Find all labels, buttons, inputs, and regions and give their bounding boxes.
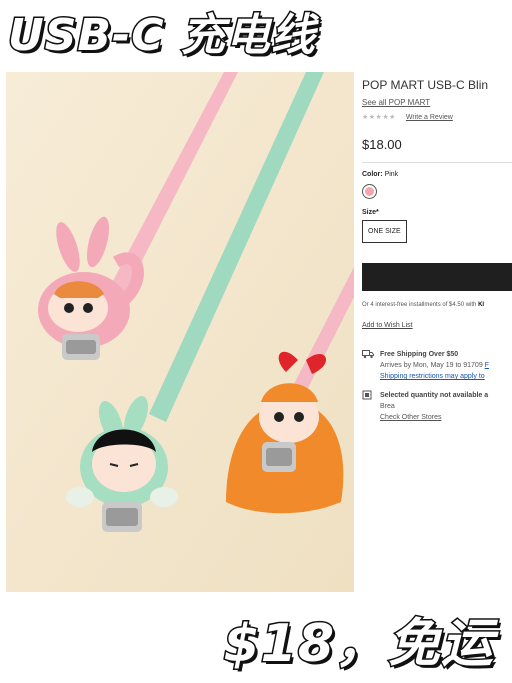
size-option-button[interactable]: ONE SIZE xyxy=(362,220,407,243)
add-to-bag-button[interactable] xyxy=(362,263,512,291)
headline: USB-C 充电线 xyxy=(7,9,317,63)
truck-icon xyxy=(362,349,374,382)
write-review-link[interactable]: Write a Review xyxy=(406,114,453,121)
installments-copy: Or 4 interest-free installments of $4.50… xyxy=(362,302,477,308)
color-swatch-pink[interactable] xyxy=(362,184,377,199)
color-label: Color: xyxy=(362,171,383,178)
product-details-panel: POP MART USB-C Blin See all POP MART ★★★… xyxy=(362,72,512,592)
store-info: Selected quantity not available a Brea C… xyxy=(362,390,512,423)
check-other-stores-link[interactable]: Check Other Stores xyxy=(380,412,488,423)
brand-link[interactable]: See all POP MART xyxy=(362,98,512,107)
installments-text: Or 4 interest-free installments of $4.50… xyxy=(362,302,512,308)
shipping-info: Free Shipping Over $50 Arrives by Mon, M… xyxy=(362,349,512,382)
shipping-arrival: Arrives by Mon, May 19 to 91709 F xyxy=(380,360,489,371)
footer-price: $18，免运 xyxy=(222,613,495,676)
divider xyxy=(362,162,512,163)
store-availability: Selected quantity not available a xyxy=(380,392,489,399)
color-label-row: Color: Pink xyxy=(362,171,512,178)
installments-brand[interactable]: Kl xyxy=(478,302,484,308)
zip-link[interactable]: F xyxy=(485,362,489,369)
shipping-arrival-text: Arrives by Mon, May 19 to 91709 xyxy=(380,362,483,369)
add-to-wishlist-link[interactable]: Add to Wish List xyxy=(362,322,512,329)
product-price: $18.00 xyxy=(362,137,402,152)
store-location: Brea xyxy=(380,403,395,410)
product-title: POP MART USB-C Blin xyxy=(362,78,489,92)
rating-row: ★★★★★ Write a Review xyxy=(362,113,512,122)
shipping-title: Free Shipping Over $50 xyxy=(380,351,459,358)
product-photo[interactable] xyxy=(6,72,354,592)
color-value: Pink xyxy=(384,171,399,178)
shipping-restrictions-link[interactable]: Shipping restrictions may apply to xyxy=(380,371,489,382)
store-icon xyxy=(362,390,374,423)
cable-figures-illustration xyxy=(6,72,354,592)
star-rating-icon: ★★★★★ xyxy=(362,114,396,121)
size-label: Size* xyxy=(362,209,379,216)
